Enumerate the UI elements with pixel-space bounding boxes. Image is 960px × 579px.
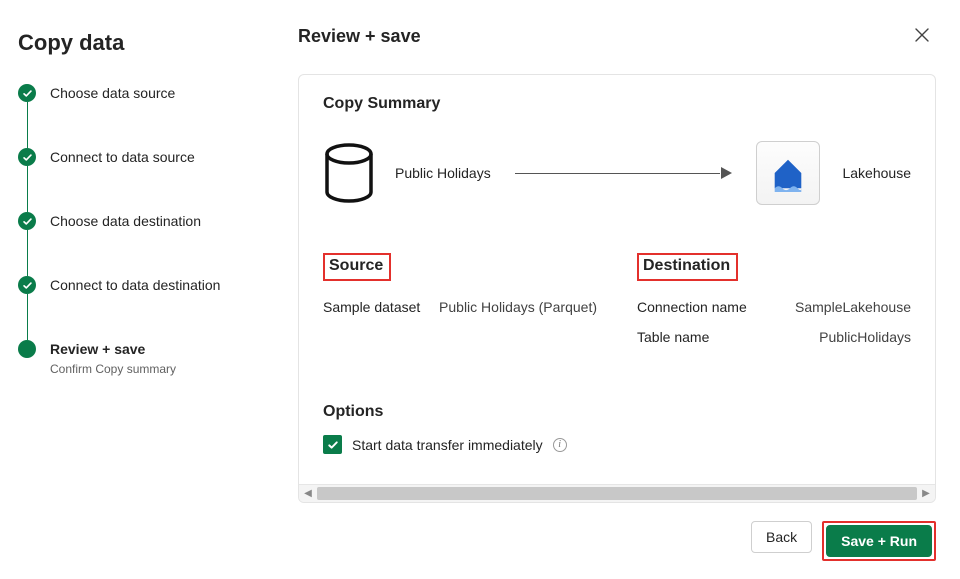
check-icon bbox=[18, 148, 36, 166]
option-start-immediate: Start data transfer immediately i bbox=[323, 435, 911, 454]
start-immediate-label: Start data transfer immediately bbox=[352, 437, 543, 453]
step-choose-data-destination[interactable]: Choose data destination bbox=[18, 212, 262, 276]
back-button[interactable]: Back bbox=[751, 521, 812, 553]
step-label: Choose data source bbox=[50, 84, 175, 102]
close-button[interactable] bbox=[908, 22, 936, 50]
table-row: Sample dataset Public Holidays (Parquet) bbox=[323, 299, 597, 315]
step-label: Review + save bbox=[50, 340, 176, 358]
scroll-left-icon[interactable]: ◀ bbox=[299, 485, 317, 503]
save-run-button[interactable]: Save + Run bbox=[826, 525, 932, 557]
kv-value: SampleLakehouse bbox=[795, 299, 911, 315]
save-run-highlight: Save + Run bbox=[822, 521, 936, 561]
arrow-icon bbox=[515, 172, 733, 174]
lakehouse-icon bbox=[756, 141, 820, 205]
source-visual-label: Public Holidays bbox=[395, 165, 491, 181]
footer-actions: Back Save + Run bbox=[298, 521, 936, 561]
step-connect-to-data-source[interactable]: Connect to data source bbox=[18, 148, 262, 212]
step-choose-data-source[interactable]: Choose data source bbox=[18, 84, 262, 148]
current-step-icon bbox=[18, 340, 36, 358]
sidebar-title: Copy data bbox=[18, 30, 262, 56]
wizard-steps: Choose data source Connect to data sourc… bbox=[18, 84, 262, 376]
source-column: Source Sample dataset Public Holidays (P… bbox=[323, 253, 597, 359]
start-immediate-checkbox[interactable] bbox=[323, 435, 342, 454]
info-icon[interactable]: i bbox=[553, 438, 567, 452]
step-sublabel: Confirm Copy summary bbox=[50, 362, 176, 376]
kv-key: Sample dataset bbox=[323, 299, 420, 315]
database-icon bbox=[323, 143, 375, 203]
wizard-sidebar: Copy data Choose data source Connect to … bbox=[0, 0, 280, 579]
destination-visual-label: Lakehouse bbox=[842, 165, 911, 181]
step-review-save[interactable]: Review + save Confirm Copy summary bbox=[18, 340, 262, 376]
page-title: Review + save bbox=[298, 26, 421, 47]
scroll-right-icon[interactable]: ▶ bbox=[917, 485, 935, 503]
table-row: Table name PublicHolidays bbox=[637, 329, 911, 345]
step-connect-to-data-destination[interactable]: Connect to data destination bbox=[18, 276, 262, 340]
kv-value: PublicHolidays bbox=[819, 329, 911, 345]
step-label: Choose data destination bbox=[50, 212, 201, 230]
check-icon bbox=[18, 84, 36, 102]
source-header: Source bbox=[323, 253, 391, 281]
step-label: Connect to data destination bbox=[50, 276, 220, 294]
summary-card: Copy Summary Public Holidays bbox=[298, 74, 936, 503]
kv-value: Public Holidays (Parquet) bbox=[439, 299, 597, 315]
scrollbar-thumb[interactable] bbox=[317, 487, 917, 500]
horizontal-scrollbar[interactable]: ◀ ▶ bbox=[299, 484, 935, 502]
main-panel: Review + save Copy Summary Public Holida… bbox=[280, 0, 960, 579]
close-icon bbox=[914, 27, 930, 46]
summary-visual: Public Holidays Lakehouse bbox=[323, 141, 911, 205]
summary-heading: Copy Summary bbox=[323, 95, 911, 113]
options-header: Options bbox=[323, 403, 911, 421]
destination-column: Destination Connection name SampleLakeho… bbox=[637, 253, 911, 359]
check-icon bbox=[18, 212, 36, 230]
kv-key: Connection name bbox=[637, 299, 747, 315]
kv-key: Table name bbox=[637, 329, 709, 345]
step-label: Connect to data source bbox=[50, 148, 195, 166]
destination-header: Destination bbox=[637, 253, 738, 281]
table-row: Connection name SampleLakehouse bbox=[637, 299, 911, 315]
check-icon bbox=[18, 276, 36, 294]
